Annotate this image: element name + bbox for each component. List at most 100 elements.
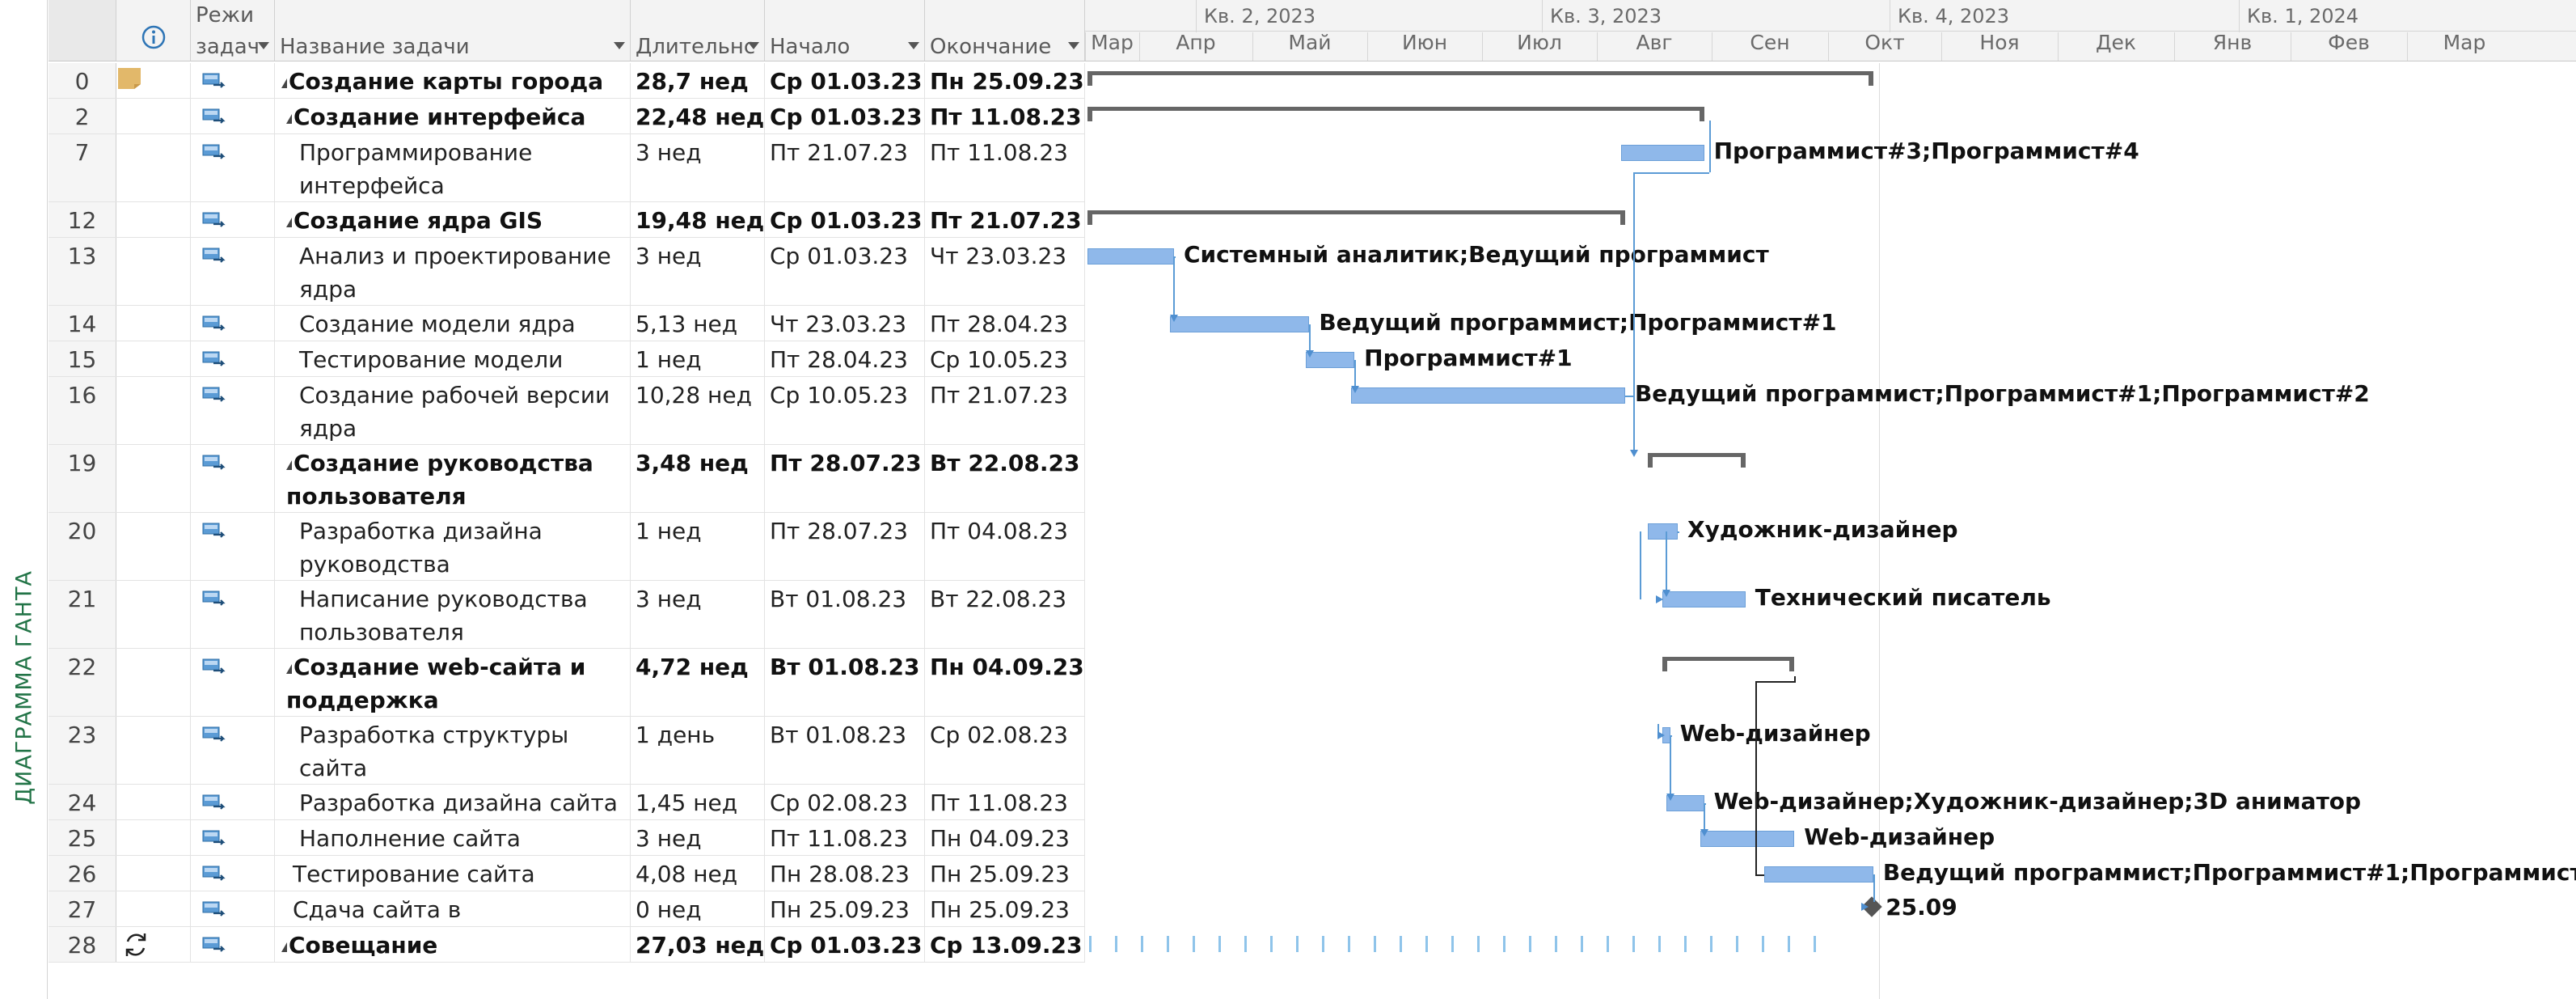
task-name[interactable]: Создание модели ядра [275,306,631,341]
recurring-occurrence[interactable] [1400,936,1402,952]
task-name[interactable]: Разработка структуры сайта [275,717,631,784]
indicator-cell[interactable] [116,341,191,376]
task-name[interactable]: Создание web-сайта и поддержка [275,649,631,716]
recurring-occurrence[interactable] [1684,936,1687,952]
task-mode-cell[interactable] [191,717,275,784]
task-duration[interactable]: 5,13 нед [631,306,765,341]
task-row[interactable]: 14 Создание модели ядра 5,13 нед Чт 23.03.2… [49,306,1085,341]
collapse-icon[interactable] [281,942,287,952]
column-header-finish[interactable]: Окончание [925,0,1085,61]
task-id[interactable]: 26 [49,856,116,891]
task-row[interactable]: 13 Анализ и проектирование ядра 3 нед Ср 01… [49,238,1085,306]
recurring-occurrence[interactable] [1348,936,1350,952]
task-id[interactable]: 16 [49,377,116,444]
column-header-start[interactable]: Начало [765,0,925,61]
task-finish[interactable]: Ср 13.09.23 [925,927,1085,962]
task-id[interactable]: 14 [49,306,116,341]
collapse-icon[interactable] [286,460,292,470]
summary-bar[interactable] [1087,71,1873,75]
task-duration[interactable]: 0 нед [631,891,765,926]
task-name[interactable]: Создание руководства пользователя [275,445,631,512]
task-duration[interactable]: 3 нед [631,581,765,648]
task-mode-cell[interactable] [191,306,275,341]
task-start[interactable]: Пт 21.07.23 [765,134,925,201]
task-name[interactable]: Создание рабочей версии ядра [275,377,631,444]
task-mode-cell[interactable] [191,927,275,962]
chevron-down-icon[interactable] [614,42,625,49]
task-duration[interactable]: 10,28 нед [631,377,765,444]
task-mode-cell[interactable] [191,891,275,926]
task-start[interactable]: Ср 01.03.23 [765,63,925,98]
recurring-occurrence[interactable] [1710,936,1712,952]
recurring-occurrence[interactable] [1529,936,1531,952]
summary-bar[interactable] [1087,107,1704,111]
task-row[interactable]: 20 Разработка дизайна руководства 1 нед Пт … [49,513,1085,581]
task-start[interactable]: Ср 01.03.23 [765,238,925,305]
summary-bar[interactable] [1662,657,1795,661]
task-finish[interactable]: Пн 04.09.23 [925,820,1085,855]
task-finish[interactable]: Вт 22.08.23 [925,445,1085,512]
task-bar[interactable] [1764,866,1873,883]
indicator-cell[interactable] [116,377,191,444]
recurring-occurrence[interactable] [1736,936,1738,952]
task-finish[interactable]: Пт 21.07.23 [925,202,1085,237]
task-duration[interactable]: 28,7 нед [631,63,765,98]
task-id[interactable]: 27 [49,891,116,926]
task-finish[interactable]: Пн 25.09.23 [925,891,1085,926]
recurring-occurrence[interactable] [1632,936,1635,952]
task-name[interactable]: Разработка дизайна сайта [275,785,631,819]
task-duration[interactable]: 1 нед [631,513,765,580]
task-start[interactable]: Вт 01.08.23 [765,581,925,648]
task-id[interactable]: 19 [49,445,116,512]
task-mode-cell[interactable] [191,99,275,133]
task-finish[interactable]: Пн 25.09.23 [925,63,1085,98]
indicator-cell[interactable] [116,99,191,133]
task-start[interactable]: Пн 28.08.23 [765,856,925,891]
task-duration[interactable]: 1 день [631,717,765,784]
summary-bar[interactable] [1647,453,1746,457]
recurring-occurrence[interactable] [1374,936,1376,952]
task-id[interactable]: 12 [49,202,116,237]
task-start[interactable]: Пт 11.08.23 [765,820,925,855]
chevron-down-icon[interactable] [1068,42,1079,49]
recurring-occurrence[interactable] [1607,936,1609,952]
recurring-occurrence[interactable] [1425,936,1428,952]
task-row[interactable]: 22 Создание web-сайта и поддержка 4,72 нед… [49,649,1085,717]
indicator-cell[interactable] [116,202,191,237]
indicator-cell[interactable] [116,63,191,98]
recurring-occurrence[interactable] [1477,936,1480,952]
task-row[interactable]: 27Сдача сайта в эксплуатацию0 недПн 25.0… [49,891,1085,927]
chevron-down-icon[interactable] [258,42,269,49]
task-row[interactable]: 0 Создание карты города 28,7 нед Ср 01.03.2… [49,63,1085,99]
task-finish[interactable]: Чт 23.03.23 [925,238,1085,305]
indicator-cell[interactable] [116,927,191,962]
task-row[interactable]: 26 Тестирование сайта 4,08 нед Пн 28.08.23 П… [49,856,1085,891]
task-name[interactable]: Разработка дизайна руководства [275,513,631,580]
task-start[interactable]: Пт 28.04.23 [765,341,925,376]
task-finish[interactable]: Пн 25.09.23 [925,856,1085,891]
chevron-down-icon[interactable] [908,42,919,49]
task-start[interactable]: Пн 25.09.23 [765,891,925,926]
task-mode-cell[interactable] [191,377,275,444]
indicator-cell[interactable] [116,820,191,855]
recurring-occurrence[interactable] [1503,936,1505,952]
indicator-cell[interactable] [116,649,191,716]
task-start[interactable]: Вт 01.08.23 [765,717,925,784]
recurring-occurrence[interactable] [1555,936,1557,952]
note-icon[interactable] [116,66,144,91]
indicator-cell[interactable] [116,134,191,201]
task-start[interactable]: Ср 01.03.23 [765,99,925,133]
task-duration[interactable]: 3,48 нед [631,445,765,512]
task-mode-cell[interactable] [191,202,275,237]
task-finish[interactable]: Пт 28.04.23 [925,306,1085,341]
task-row[interactable]: 25 Наполнение сайта 3 нед Пт 11.08.23 Пн 04.… [49,820,1085,856]
indicator-cell[interactable] [116,717,191,784]
column-header-indicators[interactable] [116,0,191,61]
task-name[interactable]: Тестирование модели ядра [275,341,631,376]
indicator-cell[interactable] [116,513,191,580]
task-start[interactable]: Ср 01.03.23 [765,202,925,237]
indicator-cell[interactable] [116,891,191,926]
task-finish[interactable]: Пт 11.08.23 [925,785,1085,819]
task-mode-cell[interactable] [191,820,275,855]
task-duration[interactable]: 1 нед [631,341,765,376]
